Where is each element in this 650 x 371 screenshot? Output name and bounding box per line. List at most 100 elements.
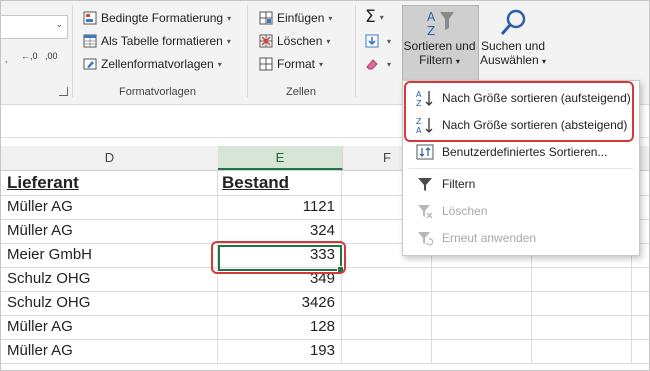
cell-empty[interactable] bbox=[532, 267, 632, 291]
cell-empty[interactable] bbox=[342, 339, 432, 363]
insert-cells-icon bbox=[259, 11, 273, 25]
chevron-down-icon: ▾ bbox=[455, 57, 460, 66]
delete-button[interactable]: Löschen ▾ bbox=[259, 34, 330, 48]
group-label-zellen: Zellen bbox=[286, 86, 316, 98]
conditional-formatting-button[interactable]: Bedingte Formatierung ▾ bbox=[83, 11, 231, 25]
sort-filter-label-line2: Filtern ▾ bbox=[419, 53, 460, 67]
menu-item-label: Erneut anwenden bbox=[442, 231, 537, 245]
conditional-formatting-label: Bedingte Formatierung bbox=[101, 11, 224, 25]
clear-button[interactable]: ▾ bbox=[365, 57, 391, 71]
column-header-e[interactable]: E bbox=[218, 146, 343, 170]
cell-styles-label: Zellenformatvorlagen bbox=[101, 57, 214, 71]
sort-filter-label-line1: Sortieren und bbox=[403, 39, 476, 53]
cell-styles-button[interactable]: Zellenformatvorlagen ▾ bbox=[83, 57, 222, 71]
menu-item-label: Benutzerdefiniertes Sortieren... bbox=[442, 145, 608, 159]
chevron-down-icon: ▾ bbox=[217, 59, 222, 69]
find-select-label-line2: Auswählen ▾ bbox=[479, 53, 547, 67]
cell-empty[interactable] bbox=[532, 339, 632, 363]
svg-text:Z: Z bbox=[427, 24, 435, 38]
group-divider bbox=[72, 5, 73, 97]
find-select-button[interactable]: Suchen und Auswählen ▾ bbox=[479, 7, 547, 69]
custom-sort-icon bbox=[414, 143, 436, 161]
menu-item-clear[interactable]: Löschen bbox=[403, 198, 639, 224]
cell-empty[interactable] bbox=[342, 315, 432, 339]
chevron-down-icon: ▾ bbox=[226, 36, 231, 46]
group-label-formatvorlagen: Formatvorlagen bbox=[119, 86, 197, 98]
cell-stock[interactable]: 1121 bbox=[218, 195, 342, 219]
cell-empty[interactable] bbox=[532, 291, 632, 315]
dialog-launcher-icon[interactable] bbox=[59, 87, 68, 96]
cell-styles-icon bbox=[83, 57, 97, 71]
cell-supplier[interactable]: Müller AG bbox=[1, 195, 218, 219]
cell-stock[interactable]: 324 bbox=[218, 219, 342, 243]
eraser-icon bbox=[365, 57, 379, 71]
cell-supplier[interactable]: Schulz OHG bbox=[1, 291, 218, 315]
cell-stock[interactable]: 3426 bbox=[218, 291, 342, 315]
excel-window: ⌄ , ←,0 ,00 Bedingte Formatierung ▾ Als … bbox=[0, 0, 650, 371]
column-header-d[interactable]: D bbox=[1, 146, 219, 170]
menu-item-label: Filtern bbox=[442, 177, 476, 191]
cell-supplier[interactable]: Müller AG bbox=[1, 219, 218, 243]
format-label: Format bbox=[277, 57, 316, 71]
cell-empty[interactable] bbox=[432, 315, 532, 339]
cell-stock[interactable]: 128 bbox=[218, 315, 342, 339]
cell-empty[interactable] bbox=[342, 291, 432, 315]
format-cells-icon bbox=[259, 57, 273, 71]
insert-label: Einfügen bbox=[277, 11, 325, 25]
sort-filter-button[interactable]: A Z Sortieren und Filtern ▾ bbox=[402, 7, 477, 69]
format-button[interactable]: Format ▾ bbox=[259, 57, 323, 71]
cell-empty[interactable] bbox=[342, 267, 432, 291]
menu-item-reapply[interactable]: Erneut anwenden bbox=[403, 225, 639, 251]
fill-down-icon bbox=[365, 34, 379, 48]
clear-filter-icon bbox=[414, 202, 436, 220]
number-format-dropdown[interactable]: ⌄ bbox=[1, 15, 68, 39]
increase-decimal-button[interactable]: ←,0 bbox=[21, 51, 38, 61]
cell-supplier[interactable]: Müller AG bbox=[1, 315, 218, 339]
insert-button[interactable]: Einfügen ▾ bbox=[259, 11, 332, 25]
chevron-down-icon: ⌄ bbox=[55, 19, 63, 29]
filter-icon bbox=[414, 175, 436, 193]
cell-supplier[interactable]: Meier GmbH bbox=[1, 243, 218, 267]
cell-empty[interactable] bbox=[432, 267, 532, 291]
cell-lieferant-header[interactable]: Lieferant bbox=[1, 171, 218, 195]
chevron-down-icon: ▾ bbox=[387, 59, 392, 69]
menu-divider bbox=[409, 168, 633, 169]
sigma-icon: Σ bbox=[365, 7, 376, 27]
sort-filter-icon: A Z bbox=[402, 7, 477, 39]
table-row: Müller AG 193 bbox=[1, 339, 649, 364]
format-as-table-label: Als Tabelle formatieren bbox=[101, 34, 223, 48]
menu-item-filter[interactable]: Filtern bbox=[403, 171, 639, 197]
decrease-decimal-button[interactable]: ,00 bbox=[45, 51, 58, 61]
delete-label: Löschen bbox=[277, 34, 323, 48]
cell-supplier[interactable]: Schulz OHG bbox=[1, 267, 218, 291]
group-divider bbox=[247, 5, 248, 97]
cell-supplier[interactable]: Müller AG bbox=[1, 339, 218, 363]
reapply-icon bbox=[414, 229, 436, 247]
autosum-button[interactable]: Σ ▾ bbox=[365, 7, 384, 27]
table-row: Müller AG 128 bbox=[1, 315, 649, 340]
format-as-table-button[interactable]: Als Tabelle formatieren ▾ bbox=[83, 34, 231, 48]
find-select-label-line1: Suchen und bbox=[480, 39, 546, 53]
cell-empty[interactable] bbox=[532, 315, 632, 339]
chevron-down-icon: ▾ bbox=[379, 12, 384, 22]
number-format-button[interactable]: , bbox=[5, 54, 8, 64]
svg-text:A: A bbox=[427, 10, 436, 24]
cell-stock[interactable]: 193 bbox=[218, 339, 342, 363]
cell-bestand-header[interactable]: Bestand bbox=[218, 171, 342, 195]
cell-empty[interactable] bbox=[432, 291, 532, 315]
group-divider bbox=[355, 5, 356, 97]
highlight-annotation-cell bbox=[211, 241, 346, 274]
menu-item-label: Löschen bbox=[442, 204, 488, 218]
highlight-annotation-sort-options bbox=[404, 81, 634, 142]
table-icon bbox=[83, 34, 97, 48]
table-row: Schulz OHG 3426 bbox=[1, 291, 649, 316]
conditional-formatting-icon bbox=[83, 11, 97, 25]
fill-button[interactable]: ▾ bbox=[365, 34, 391, 48]
chevron-down-icon: ▾ bbox=[542, 57, 547, 66]
chevron-down-icon: ▾ bbox=[227, 13, 232, 23]
menu-item-custom-sort[interactable]: Benutzerdefiniertes Sortieren... bbox=[403, 139, 639, 165]
magnifier-icon bbox=[479, 7, 547, 39]
cell-empty[interactable] bbox=[432, 339, 532, 363]
chevron-down-icon: ▾ bbox=[328, 13, 333, 23]
chevron-down-icon: ▾ bbox=[387, 36, 392, 46]
